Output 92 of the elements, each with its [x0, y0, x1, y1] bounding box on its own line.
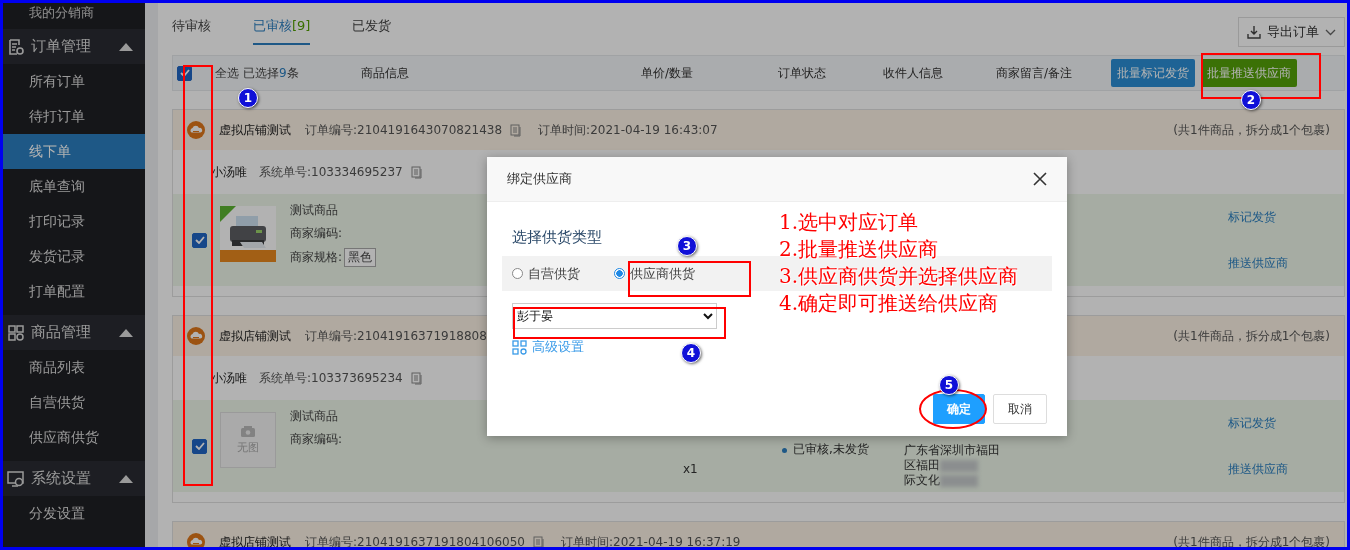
sidebar-item[interactable]: 打印记录	[3, 204, 145, 239]
caret-up-icon	[119, 474, 133, 483]
sidebar-item[interactable]: 自营供货	[3, 385, 145, 420]
grid-icon	[7, 323, 25, 342]
product-field: 商家编码:	[290, 225, 343, 242]
export-button[interactable]: 导出订单	[1238, 17, 1345, 47]
shop-name: 虚拟店铺测试	[219, 533, 291, 547]
radio-button[interactable]	[512, 268, 523, 279]
camera-icon	[240, 425, 256, 438]
sidebar-group-header[interactable]: 商品管理	[3, 315, 145, 350]
action-link[interactable]: 推送供应商	[1228, 460, 1288, 478]
sidebar-item[interactable]: 所有订单	[3, 64, 145, 99]
section-title: 选择供货类型	[512, 228, 602, 248]
buyer-name: 小汤唯	[211, 369, 247, 387]
check-icon	[194, 442, 205, 450]
radio-option[interactable]: 自营供货	[512, 264, 580, 283]
dialog-title: 绑定供应商	[507, 170, 572, 188]
sidebar-group-header[interactable]: 订单管理	[3, 29, 145, 64]
action-link[interactable]: 标记发货	[1228, 208, 1288, 226]
copy-icon[interactable]	[510, 123, 523, 137]
spec-tag: 黑色	[344, 248, 377, 267]
shop-logo-icon	[187, 327, 205, 345]
shop-name: 虚拟店铺测试	[219, 327, 291, 345]
order-time: 订单时间:2021-04-19 16:43:07	[538, 121, 718, 139]
buyer-name: 小汤唯	[211, 163, 247, 181]
system-number: 系统单号:103373695234	[259, 369, 403, 387]
monitor-gear-icon	[7, 469, 25, 488]
tab[interactable]: 待审核	[172, 17, 211, 45]
column-header: 单价/数量	[641, 64, 695, 82]
status-dot-icon	[782, 448, 787, 453]
action-link[interactable]: 推送供应商	[1228, 254, 1288, 272]
cancel-button[interactable]: 取消	[993, 394, 1047, 424]
sidebar-item[interactable]: 我的分销商	[3, 3, 145, 23]
column-header: 收件人信息	[883, 64, 944, 82]
radio-button[interactable]	[614, 268, 625, 279]
sidebar-item[interactable]: 打单配置	[3, 274, 145, 309]
download-icon	[1247, 25, 1261, 39]
instruction-text: 1.选中对应订单 2.批量推送供应商 3.供应商供货并选择供应商 4.确定即可推送给供应商	[779, 209, 1019, 317]
order-checkbox[interactable]	[192, 438, 207, 454]
grid-icon	[512, 339, 527, 355]
order-time: 订单时间:2021-04-19 16:37:19	[561, 533, 741, 547]
order-summary: (共1件商品，拆分成1个包裹)	[1173, 121, 1330, 139]
shop-name: 虚拟店铺测试	[219, 121, 291, 139]
sidebar-item[interactable]: 商品列表	[3, 350, 145, 385]
system-number: 系统单号:103334695237	[259, 163, 403, 181]
action-link[interactable]: 标记发货	[1228, 414, 1288, 432]
sidebar-item[interactable]: 分发设置	[3, 496, 145, 531]
column-header: 商品信息	[360, 64, 410, 82]
order-status: 已审核,未发货	[793, 441, 869, 458]
product-title: 测试商品	[290, 202, 339, 219]
select-all-label: 全选	[215, 64, 239, 82]
shop-logo-icon	[187, 533, 205, 547]
check-icon	[179, 69, 190, 77]
selection-count: 已选择9条	[243, 64, 299, 82]
order-number: 订单编号:2104191643070821438	[305, 121, 503, 139]
sidebar-item[interactable]: 线下单	[3, 134, 145, 169]
order-summary: (共1件商品，拆分成1个包裹)	[1173, 533, 1330, 547]
caret-up-icon	[119, 328, 133, 337]
product-title: 测试商品	[290, 408, 339, 425]
copy-icon[interactable]	[410, 371, 423, 385]
tab[interactable]: 已发货	[352, 17, 392, 45]
caret-up-icon	[119, 42, 133, 51]
product-field: 商家规格:	[290, 249, 343, 266]
check-icon	[194, 236, 205, 244]
copy-icon[interactable]	[410, 165, 423, 179]
sidebar-item[interactable]: 底单查询	[3, 169, 145, 204]
shop-logo-icon	[187, 121, 205, 139]
order-number: 订单编号:21041916371918808	[305, 327, 487, 345]
sidebar-group-label: 订单管理	[31, 37, 92, 56]
sidebar-item[interactable]: 待打订单	[3, 99, 145, 134]
close-icon[interactable]	[1033, 172, 1047, 186]
supplier-select[interactable]: 彭于晏	[512, 303, 717, 329]
column-header: 订单状态	[778, 64, 827, 82]
sidebar-item[interactable]: 供应商供货	[3, 420, 145, 455]
column-header: 商家留言/备注	[996, 64, 1074, 82]
sidebar-group-label: 商品管理	[31, 323, 92, 342]
sidebar-group-label: 系统设置	[31, 469, 92, 488]
address-line: 区福田	[904, 457, 940, 474]
sidebar-group-header[interactable]: 系统设置	[3, 461, 145, 496]
copy-icon[interactable]	[533, 535, 545, 547]
order-summary: (共1件商品，拆分成1个包裹)	[1173, 327, 1330, 345]
product-field: 商家编码:	[290, 431, 343, 448]
tab[interactable]: 已审核[9]	[253, 17, 311, 45]
document-icon	[7, 37, 25, 56]
sidebar-item[interactable]: 发货记录	[3, 239, 145, 274]
address-line: 广东省深圳市福田	[904, 442, 1000, 459]
order-checkbox[interactable]	[192, 232, 207, 248]
radio-option[interactable]: 供应商供货	[614, 264, 695, 283]
chevron-down-icon	[1325, 28, 1336, 36]
address-line: 际文化	[904, 472, 940, 489]
order-number: 订单编号:2104191637191804106050	[305, 533, 525, 547]
quantity: x1	[683, 462, 698, 476]
